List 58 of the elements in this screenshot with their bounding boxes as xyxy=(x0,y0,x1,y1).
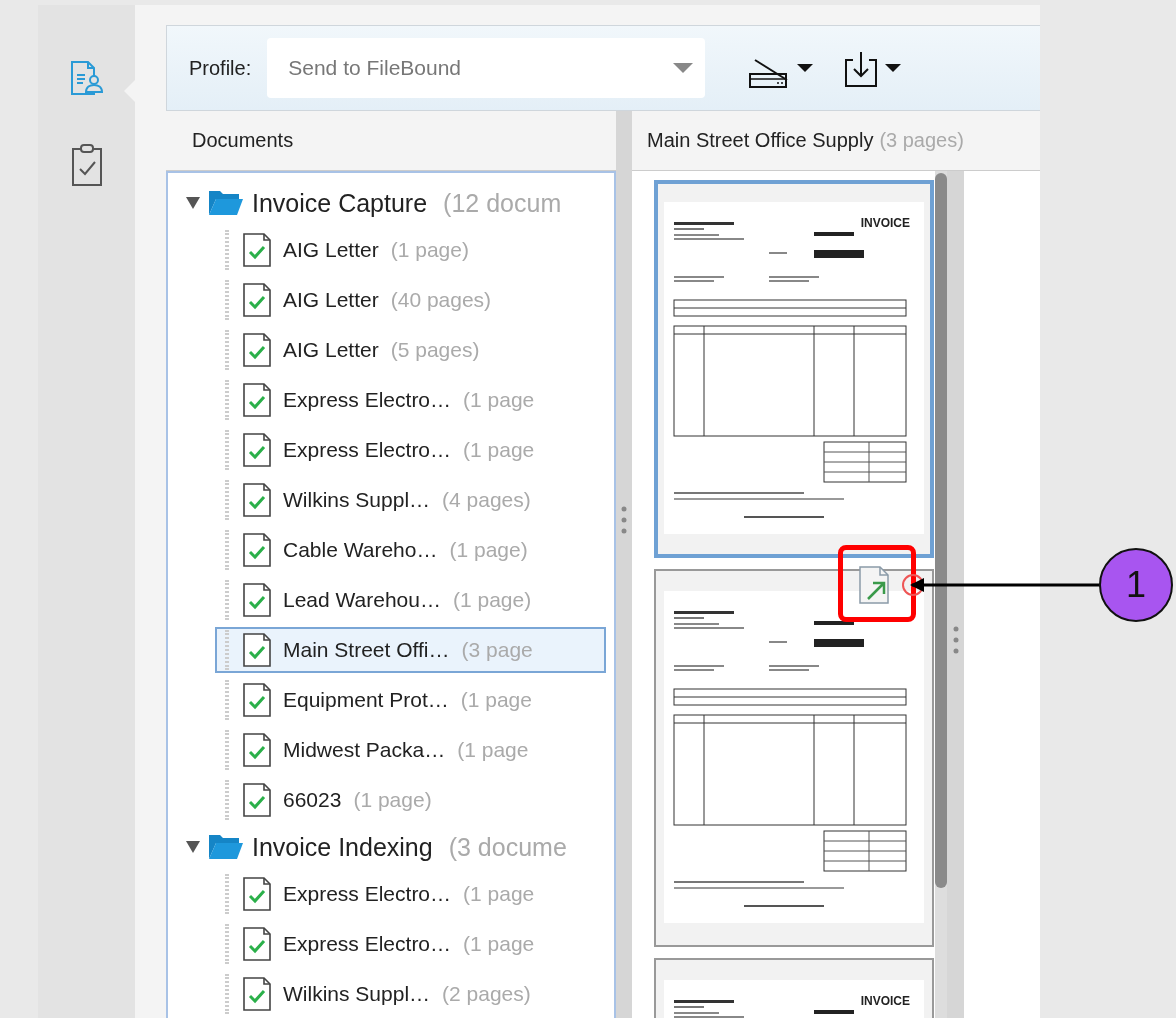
document-item[interactable]: AIG Letter (40 pages) xyxy=(215,277,606,323)
document-item[interactable]: Express Electro… (1 page xyxy=(215,377,606,423)
page-count: (3 pages) xyxy=(879,129,964,152)
invoice-heading: INVOICE xyxy=(860,216,910,230)
document-check-icon xyxy=(243,583,271,617)
document-item[interactable]: Main Street Offi… (3 page xyxy=(215,627,606,673)
document-check-icon xyxy=(243,533,271,567)
page-thumbnail[interactable]: INVOICE xyxy=(654,180,934,558)
document-arrow-icon[interactable] xyxy=(858,565,892,605)
invoice-header-drawing xyxy=(674,611,734,619)
document-check-icon xyxy=(243,877,271,911)
document-check-icon xyxy=(243,927,271,961)
document-check-icon xyxy=(243,977,271,1011)
page-thumbnail[interactable]: INVOICE xyxy=(654,958,934,1018)
document-check-icon xyxy=(243,283,271,317)
expanded-icon xyxy=(186,841,200,853)
document-check-icon xyxy=(243,383,271,417)
document-item[interactable]: Equipment Prot… (1 page xyxy=(215,677,606,723)
document-item[interactable]: Express Electro… (1 page xyxy=(215,427,606,473)
callout-badge: 1 xyxy=(1099,548,1173,622)
document-item[interactable]: Midwest Packa… (1 page xyxy=(215,727,606,773)
document-check-icon xyxy=(243,633,271,667)
caret-icon xyxy=(885,64,902,72)
folder-icon xyxy=(208,188,244,218)
document-item[interactable]: Express Electro… (1 page xyxy=(215,871,606,917)
clipboard-check-icon xyxy=(70,143,103,187)
invoice-heading: INVOICE xyxy=(860,994,910,1008)
caret-icon xyxy=(673,63,694,73)
scrollbar-thumb[interactable] xyxy=(935,173,947,888)
page-thumbnail[interactable] xyxy=(654,569,934,947)
document-check-icon xyxy=(243,733,271,767)
document-item[interactable]: Wilkins Suppl… (4 pages) xyxy=(215,477,606,523)
document-check-icon xyxy=(243,233,271,267)
profile-dropdown[interactable]: Send to FileBound xyxy=(267,38,706,98)
document-check-icon xyxy=(243,683,271,717)
document-item[interactable]: AIG Letter (5 pages) xyxy=(215,327,606,373)
document-check-icon xyxy=(243,783,271,817)
expanded-icon xyxy=(186,197,200,209)
folder-icon xyxy=(208,832,244,862)
splitter-handle-icon[interactable] xyxy=(621,505,627,534)
invoice-header-drawing xyxy=(674,222,734,230)
caret-icon xyxy=(797,64,814,72)
document-item[interactable]: Express Electro… (1 page xyxy=(215,921,606,967)
document-check-icon xyxy=(243,483,271,517)
document-check-icon xyxy=(243,433,271,467)
preview-title: Main Street Office Supply xyxy=(647,129,874,152)
document-check-icon xyxy=(243,333,271,367)
folder-item[interactable]: Invoice Capture (12 docum xyxy=(168,183,614,223)
document-item[interactable]: Lead Warehou… (1 page) xyxy=(215,577,606,623)
document-item[interactable]: 66023 (1 page) xyxy=(215,777,606,823)
document-item[interactable]: Wilkins Suppl… (2 pages) xyxy=(215,971,606,1017)
splitter-handle-icon[interactable] xyxy=(952,626,959,654)
folder-item[interactable]: Invoice Indexing (3 docume xyxy=(168,827,614,867)
document-person-icon xyxy=(68,61,105,95)
profile-label: Profile: xyxy=(189,56,252,80)
document-item[interactable]: Cable Wareho… (1 page) xyxy=(215,527,606,573)
invoice-header-drawing xyxy=(674,1000,734,1008)
document-item[interactable]: AIG Letter (1 page) xyxy=(215,227,606,273)
